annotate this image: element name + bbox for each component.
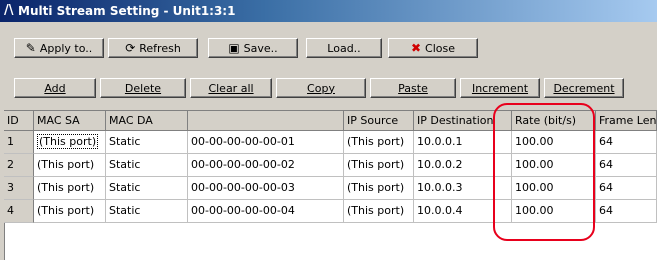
- copy-button[interactable]: Copy: [276, 78, 366, 98]
- cell-id: 4: [4, 200, 34, 223]
- table-row[interactable]: 1 (This port) Static 00-00-00-00-00-01 (…: [4, 131, 657, 154]
- cell-mac-da-mode[interactable]: Static: [106, 154, 188, 177]
- cell-frame-len[interactable]: 64: [596, 131, 657, 154]
- cell-mac-da[interactable]: 00-00-00-00-00-02: [188, 154, 344, 177]
- cell-rate[interactable]: 100.00: [512, 177, 596, 200]
- cell-ip-source[interactable]: (This port): [344, 154, 414, 177]
- cell-frame-len[interactable]: 64: [596, 200, 657, 223]
- refresh-button[interactable]: ⟳ Refresh: [108, 38, 198, 58]
- cell-mac-da[interactable]: 00-00-00-00-00-01: [188, 131, 344, 154]
- cell-rate[interactable]: 100.00: [512, 131, 596, 154]
- cell-ip-destination[interactable]: 10.0.0.3: [414, 177, 512, 200]
- table-row[interactable]: 4 (This port) Static 00-00-00-00-00-04 (…: [4, 200, 657, 223]
- refresh-icon: ⟳: [125, 41, 136, 55]
- column-header-blank[interactable]: [188, 111, 344, 131]
- add-button[interactable]: Add: [14, 78, 96, 98]
- load-button[interactable]: Load..: [306, 38, 382, 58]
- cell-mac-da-mode[interactable]: Static: [106, 131, 188, 154]
- toolbar: ✎ Apply to.. ⟳ Refresh ▣ Save.. Load.. ✖…: [0, 38, 657, 68]
- delete-button[interactable]: Delete: [100, 78, 186, 98]
- column-header-frame-len[interactable]: Frame Len: [596, 111, 657, 131]
- table-row[interactable]: 2 (This port) Static 00-00-00-00-00-02 (…: [4, 154, 657, 177]
- title-bar: /\ Multi Stream Setting - Unit1:3:1: [0, 0, 657, 22]
- column-header-ip-source[interactable]: IP Source: [344, 111, 414, 131]
- decrement-button[interactable]: Decrement: [544, 78, 624, 98]
- cell-mac-da[interactable]: 00-00-00-00-00-04: [188, 200, 344, 223]
- apply-icon: ✎: [25, 41, 36, 55]
- column-header-rate[interactable]: Rate (bit/s): [512, 111, 596, 131]
- cell-mac-sa[interactable]: (This port): [34, 200, 106, 223]
- cell-mac-sa[interactable]: (This port): [34, 131, 106, 154]
- save-icon: ▣: [228, 41, 240, 55]
- cell-rate[interactable]: 100.00: [512, 154, 596, 177]
- window-title: Multi Stream Setting - Unit1:3:1: [18, 4, 236, 18]
- column-header-mac-sa[interactable]: MAC SA: [34, 111, 106, 131]
- cell-id: 3: [4, 177, 34, 200]
- clear-all-button[interactable]: Clear all: [190, 78, 272, 98]
- logo-icon: /\: [4, 3, 14, 18]
- cell-ip-destination[interactable]: 10.0.0.2: [414, 154, 512, 177]
- apply-button[interactable]: ✎ Apply to..: [14, 38, 104, 58]
- cell-id: 2: [4, 154, 34, 177]
- column-header-ip-destination[interactable]: IP Destination: [414, 111, 512, 131]
- cell-ip-source[interactable]: (This port): [344, 200, 414, 223]
- save-button[interactable]: ▣ Save..: [208, 38, 298, 58]
- cell-ip-destination[interactable]: 10.0.0.1: [414, 131, 512, 154]
- column-header-mac-da[interactable]: MAC DA: [106, 111, 188, 131]
- action-bar: Add Delete Clear all Copy Paste Incremen…: [0, 78, 657, 108]
- cell-ip-destination[interactable]: 10.0.0.4: [414, 200, 512, 223]
- table-header: ID MAC SA MAC DA IP Source IP Destinatio…: [4, 111, 657, 131]
- cell-mac-da-mode[interactable]: Static: [106, 200, 188, 223]
- cell-mac-sa[interactable]: (This port): [34, 154, 106, 177]
- paste-button[interactable]: Paste: [370, 78, 456, 98]
- cell-ip-source[interactable]: (This port): [344, 177, 414, 200]
- cell-frame-len[interactable]: 64: [596, 177, 657, 200]
- increment-button[interactable]: Increment: [460, 78, 540, 98]
- cell-rate[interactable]: 100.00: [512, 200, 596, 223]
- cell-mac-sa[interactable]: (This port): [34, 177, 106, 200]
- table-row[interactable]: 3 (This port) Static 00-00-00-00-00-03 (…: [4, 177, 657, 200]
- cell-ip-source[interactable]: (This port): [344, 131, 414, 154]
- cell-id: 1: [4, 131, 34, 154]
- close-button[interactable]: ✖ Close: [388, 38, 478, 58]
- cell-mac-da[interactable]: 00-00-00-00-00-03: [188, 177, 344, 200]
- cell-frame-len[interactable]: 64: [596, 154, 657, 177]
- cell-mac-da-mode[interactable]: Static: [106, 177, 188, 200]
- column-header-id[interactable]: ID: [4, 111, 34, 131]
- table-empty-area: [4, 240, 657, 260]
- close-icon: ✖: [410, 41, 422, 55]
